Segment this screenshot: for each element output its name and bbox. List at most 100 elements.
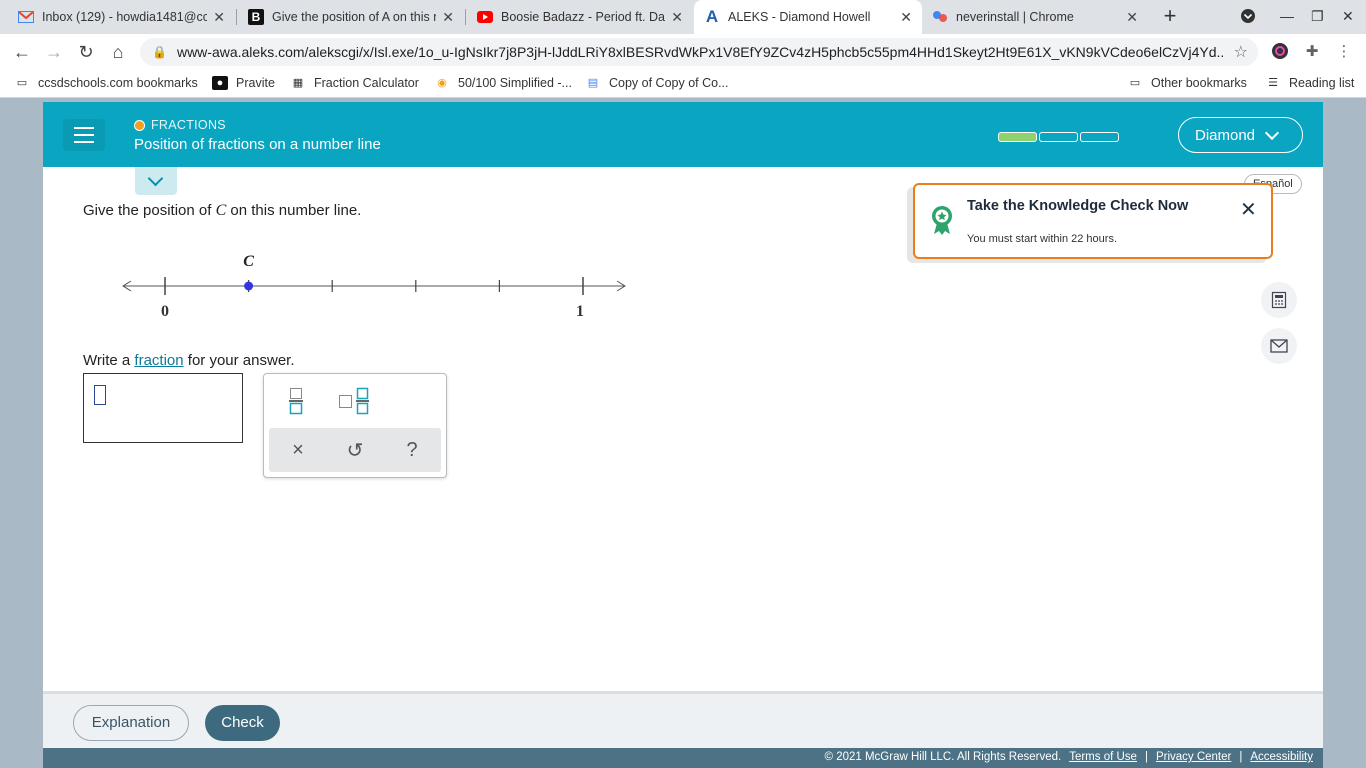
- aleks-app: FRACTIONS Position of fractions on a num…: [43, 102, 1323, 768]
- calculator-icon[interactable]: [1261, 282, 1297, 318]
- question-suffix: on this number line.: [226, 202, 362, 219]
- fraction-icon[interactable]: [276, 384, 316, 418]
- bookmark-item[interactable]: ▦ Fraction Calculator: [290, 76, 419, 90]
- back-icon[interactable]: ←: [10, 40, 34, 64]
- bookmark-item[interactable]: ▤ Copy of Copy of Co...: [585, 76, 729, 90]
- bookmarks-bar: ▭ ccsdschools.com bookmarks ● Pravite ▦ Fra…: [0, 70, 1366, 98]
- tab-question[interactable]: B Give the position of A on this n ✕: [238, 0, 464, 34]
- knowledge-check-banner[interactable]: Take the Knowledge Check Now You must st…: [913, 183, 1273, 259]
- collapse-toggle[interactable]: [135, 167, 177, 195]
- undo-icon[interactable]: ↺: [335, 433, 375, 467]
- close-icon[interactable]: ✕: [1240, 197, 1257, 222]
- tab-aleks[interactable]: A ALEKS - Diamond Howell ✕: [694, 0, 922, 34]
- mail-icon[interactable]: [1261, 328, 1297, 364]
- tab-gmail[interactable]: Inbox (129) - howdia1481@cc ✕: [8, 0, 235, 34]
- docs-icon: ▤: [587, 77, 599, 89]
- bookmark-label: Reading list: [1289, 76, 1355, 90]
- other-bookmarks[interactable]: ▭ Other bookmarks: [1127, 76, 1247, 90]
- home-icon[interactable]: ⌂: [106, 40, 130, 64]
- input-cursor: [94, 385, 106, 405]
- site-info-icon[interactable]: 🔒: [152, 45, 167, 59]
- hamburger-menu-icon[interactable]: [63, 119, 105, 151]
- close-icon[interactable]: ✕: [442, 9, 454, 26]
- restore-icon[interactable]: ❐: [1311, 8, 1324, 25]
- privacy-link[interactable]: Privacy Center: [1156, 751, 1231, 763]
- bookmark-item[interactable]: ▭ ccsdschools.com bookmarks: [14, 76, 198, 90]
- minimize-icon[interactable]: —: [1280, 8, 1294, 24]
- reload-icon[interactable]: ↻: [74, 40, 98, 64]
- calculator-icon: ▦: [292, 77, 304, 89]
- clear-icon[interactable]: ×: [278, 433, 318, 467]
- reading-list[interactable]: ☰ Reading list: [1265, 76, 1354, 90]
- bookmark-item[interactable]: ◉ 50/100 Simplified -...: [434, 76, 572, 90]
- close-icon[interactable]: ✕: [900, 9, 912, 26]
- mixed-number-icon[interactable]: [334, 384, 374, 418]
- fraction-link[interactable]: fraction: [134, 352, 183, 369]
- url-text: www-awa.aleks.com/alekscgi/x/Isl.exe/1o_…: [176, 44, 1224, 60]
- instruction-prefix: Write a: [83, 352, 135, 369]
- window-close-icon[interactable]: ✕: [1342, 8, 1354, 25]
- tab-youtube[interactable]: Boosie Badazz - Period ft. DaB ✕: [467, 0, 693, 34]
- check-button[interactable]: Check: [205, 705, 280, 741]
- close-icon[interactable]: ✕: [671, 9, 683, 26]
- tab-title: Give the position of A on this n: [272, 10, 437, 24]
- tab-divider: [236, 9, 237, 25]
- accessibility-link[interactable]: Accessibility: [1250, 751, 1313, 763]
- folder-icon: ▭: [16, 77, 28, 89]
- copyright-text: © 2021 McGraw Hill LLC. All Rights Reser…: [824, 751, 1062, 763]
- terms-link[interactable]: Terms of Use: [1069, 751, 1137, 763]
- browser-toolbar: ← → ↻ ⌂ 🔒 www-awa.aleks.com/alekscgi/x/I…: [0, 34, 1366, 70]
- more-menu-icon[interactable]: ⋮: [1334, 42, 1354, 62]
- b-icon: B: [248, 9, 264, 25]
- progress-segment: [1080, 132, 1119, 142]
- help-icon[interactable]: ?: [392, 433, 432, 467]
- lesson-title: Position of fractions on a number line: [134, 136, 381, 153]
- question-prefix: Give the position of: [83, 202, 216, 219]
- bookmark-item[interactable]: ● Pravite: [212, 76, 275, 90]
- gmail-icon: [18, 9, 34, 25]
- address-bar[interactable]: 🔒 www-awa.aleks.com/alekscgi/x/Isl.exe/1…: [140, 38, 1258, 66]
- bookmark-label: Copy of Copy of Co...: [609, 76, 729, 90]
- bookmark-star-icon[interactable]: ☆: [1234, 42, 1248, 62]
- youtube-icon: [477, 9, 493, 25]
- footer-divider: |: [1144, 751, 1148, 763]
- explanation-button[interactable]: Explanation: [73, 705, 189, 741]
- reading-list-icon: ☰: [1268, 77, 1278, 89]
- knowledge-check-subtitle: You must start within 22 hours.: [967, 233, 1118, 245]
- keypad-row-templates: [264, 382, 446, 422]
- keypad-row-actions: × ↺ ?: [269, 428, 441, 472]
- extensions-puzzle-icon[interactable]: ✚: [1302, 42, 1322, 62]
- footer-divider: |: [1239, 751, 1243, 763]
- new-tab-button[interactable]: +: [1158, 4, 1182, 28]
- lightbulb-icon: ◉: [437, 77, 447, 89]
- footer: © 2021 McGraw Hill LLC. All Rights Reser…: [43, 748, 1323, 768]
- tab-title: neverinstall | Chrome: [956, 10, 1074, 24]
- ribbon-badge-icon: [930, 205, 954, 240]
- answer-instruction: Write a fraction for your answer.: [83, 352, 295, 369]
- tab-search-icon[interactable]: [1240, 8, 1256, 27]
- instruction-suffix: for your answer.: [183, 352, 295, 369]
- answer-input[interactable]: [83, 373, 243, 443]
- tick-label-end: 1: [576, 303, 584, 320]
- tick-label-start: 0: [161, 303, 169, 320]
- user-name: Diamond: [1195, 126, 1256, 144]
- knowledge-check-title: Take the Knowledge Check Now: [967, 198, 1189, 214]
- tab-neverinstall[interactable]: neverinstall | Chrome ✕: [922, 0, 1148, 34]
- chevron-down-icon: [147, 170, 164, 187]
- close-icon[interactable]: ✕: [1126, 9, 1138, 26]
- tab-divider: [465, 9, 466, 25]
- neverinstall-icon: [932, 9, 948, 25]
- question-text: Give the position of C on this number li…: [83, 202, 361, 220]
- point-marker: [244, 281, 254, 291]
- progress-segment: [998, 132, 1037, 142]
- aleks-icon: A: [705, 7, 719, 26]
- forward-icon[interactable]: →: [42, 40, 66, 64]
- aleks-header: FRACTIONS Position of fractions on a num…: [43, 102, 1323, 167]
- tab-title: Boosie Badazz - Period ft. DaB: [501, 10, 666, 24]
- user-menu-button[interactable]: Diamond: [1178, 117, 1303, 153]
- extension-color-icon[interactable]: [1270, 42, 1290, 62]
- bookmark-label: Other bookmarks: [1151, 76, 1247, 90]
- tab-title: ALEKS - Diamond Howell: [728, 10, 871, 24]
- close-icon[interactable]: ✕: [213, 9, 225, 26]
- math-keypad: × ↺ ?: [263, 373, 447, 478]
